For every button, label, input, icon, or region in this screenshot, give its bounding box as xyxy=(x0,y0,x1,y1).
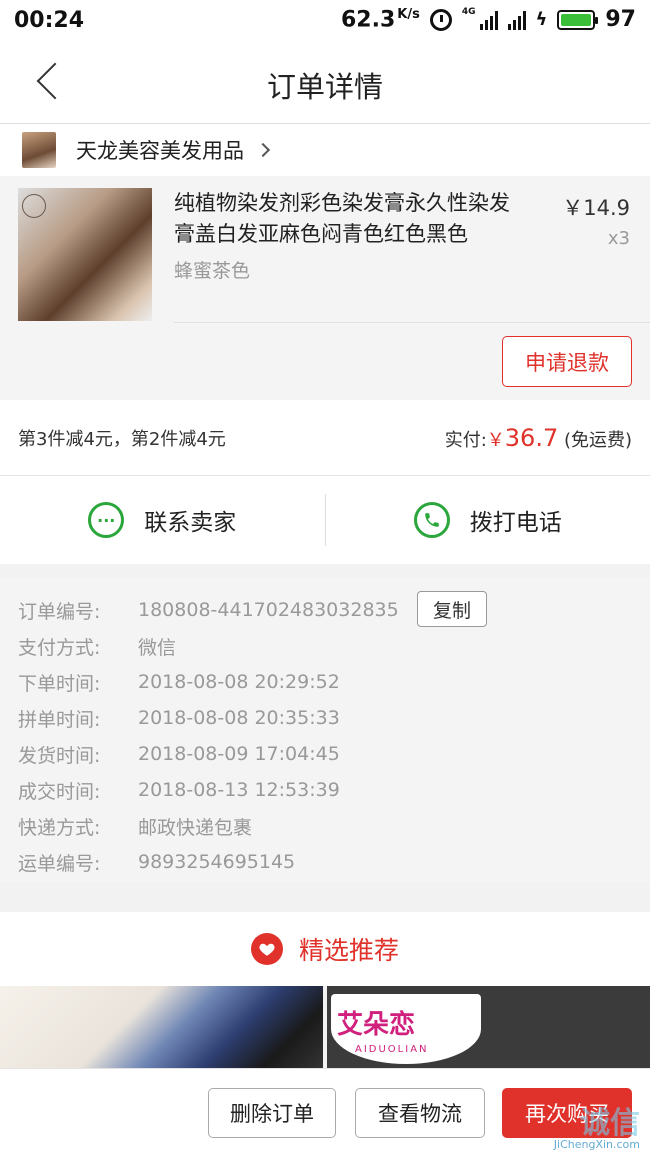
info-key: 拼单时间: xyxy=(18,708,101,731)
info-key: 发货时间: xyxy=(18,744,101,767)
battery-level xyxy=(561,13,592,26)
info-key: 成交时间: xyxy=(18,780,101,803)
buy-again-button[interactable]: 再次购买 xyxy=(502,1088,632,1138)
info-key: 下单时间: xyxy=(18,672,101,695)
product-card[interactable]: 纯植物染发剂彩色染发膏永久性染发膏盖白发亚麻色闷青色红色黑色 蜂蜜茶色 ￥14.… xyxy=(0,176,650,400)
bottom-action-bar: 删除订单 查看物流 再次购买 xyxy=(0,1068,650,1155)
copy-order-number-button[interactable]: 复制 xyxy=(417,591,487,627)
info-key: 运单编号: xyxy=(18,852,101,875)
net-speed: 62.3 K/s xyxy=(341,7,420,32)
call-phone-button[interactable]: 拨打电话 xyxy=(326,476,650,564)
view-logistics-button[interactable]: 查看物流 xyxy=(355,1088,485,1138)
currency-symbol: ￥ xyxy=(486,429,505,451)
brand-subtext: AIDUOLIAN xyxy=(355,1044,429,1055)
chat-icon: ··· xyxy=(88,502,125,538)
info-row: 下单时间: 2018-08-08 20:29:52 xyxy=(0,664,650,700)
info-row: 拼单时间: 2018-08-08 20:35:33 xyxy=(0,700,650,736)
info-row: 支付方式: 微信 xyxy=(0,628,650,664)
info-value: 2018-08-08 20:29:52 xyxy=(138,671,340,693)
charging-icon: ϟ xyxy=(535,9,548,31)
contact-seller-label: 联系卖家 xyxy=(144,510,237,536)
chevron-right-icon xyxy=(255,142,271,158)
shipping-note: (免运费) xyxy=(563,429,632,451)
call-phone-label: 拨打电话 xyxy=(469,510,562,536)
info-value: 邮政快递包裹 xyxy=(138,816,253,839)
order-info: 订单编号: 180808-441702483032835 复制 支付方式: 微信… xyxy=(0,578,650,882)
info-key: 订单编号: xyxy=(18,600,101,623)
nav-bar: 订单详情 xyxy=(0,40,650,124)
alarm-icon xyxy=(429,8,452,31)
battery-icon xyxy=(557,9,599,30)
status-icons: 62.3 K/s 4G ϟ 97 xyxy=(341,6,636,33)
battery-percent: 97 xyxy=(605,7,636,33)
network-type-badge: 4G xyxy=(461,6,476,17)
shop-avatar xyxy=(22,132,56,168)
page-title: 订单详情 xyxy=(266,70,383,104)
info-value: 2018-08-09 17:04:45 xyxy=(138,743,340,765)
contact-seller-button[interactable]: ··· 联系卖家 xyxy=(0,476,325,564)
product-quantity: x3 xyxy=(607,228,630,249)
paid-value: 36.7 xyxy=(504,423,559,452)
info-key: 支付方式: xyxy=(18,636,101,659)
brand-text: 艾朵恋 xyxy=(337,1010,416,1040)
shop-name: 天龙美容美发用品 xyxy=(76,139,244,163)
info-value: 2018-08-13 12:53:39 xyxy=(138,779,340,801)
product-price: ￥14.9 xyxy=(562,196,630,220)
promo-text: 第3件减4元，第2件减4元 xyxy=(18,428,226,450)
info-key: 快递方式: xyxy=(18,816,101,839)
heart-icon xyxy=(250,933,283,965)
payment-summary: 第3件减4元，第2件减4元 实付:￥36.7 (免运费) xyxy=(0,400,650,476)
brand-logo-icon xyxy=(22,194,46,218)
info-row: 成交时间: 2018-08-13 12:53:39 xyxy=(0,772,650,808)
info-row: 订单编号: 180808-441702483032835 复制 xyxy=(0,591,650,628)
net-speed-unit: K/s xyxy=(397,7,420,23)
status-time: 00:24 xyxy=(14,7,85,33)
delete-order-button[interactable]: 删除订单 xyxy=(208,1088,336,1138)
net-speed-value: 62.3 xyxy=(341,7,396,33)
contact-bar: ··· 联系卖家 拨打电话 xyxy=(0,476,650,564)
info-value: 微信 xyxy=(138,636,177,659)
info-value: 180808-441702483032835 xyxy=(138,599,399,621)
product-variant: 蜂蜜茶色 xyxy=(174,260,251,282)
product-title: 纯植物染发剂彩色染发膏永久性染发膏盖白发亚麻色闷青色红色黑色 xyxy=(174,191,510,246)
signal-icon xyxy=(507,10,526,30)
paid-amount: 实付:￥36.7 (免运费) xyxy=(445,424,632,452)
recommend-product-image[interactable]: 艾朵恋 AIDUOLIAN xyxy=(327,986,650,1068)
info-value: 2018-08-08 20:35:33 xyxy=(138,707,340,729)
recommend-header: 精选推荐 xyxy=(0,912,650,986)
phone-icon xyxy=(413,502,450,538)
info-row: 发货时间: 2018-08-09 17:04:45 xyxy=(0,736,650,772)
product-thumbnail[interactable] xyxy=(18,188,152,321)
divider xyxy=(174,322,650,323)
status-bar: 00:24 62.3 K/s 4G ϟ 97 xyxy=(0,0,650,40)
recommend-title: 精选推荐 xyxy=(298,936,399,965)
signal-4g-icon xyxy=(479,10,498,30)
info-row: 快递方式: 邮政快递包裹 xyxy=(0,808,650,844)
recommend-product-image[interactable] xyxy=(0,986,323,1068)
info-value: 9893254695145 xyxy=(138,851,296,873)
brand-logo: 艾朵恋 AIDUOLIAN xyxy=(331,994,481,1064)
paid-label: 实付: xyxy=(444,429,487,451)
apply-refund-button[interactable]: 申请退款 xyxy=(502,336,632,387)
shop-row[interactable]: 天龙美容美发用品 xyxy=(0,124,650,176)
info-row: 运单编号: 9893254695145 xyxy=(0,844,650,880)
